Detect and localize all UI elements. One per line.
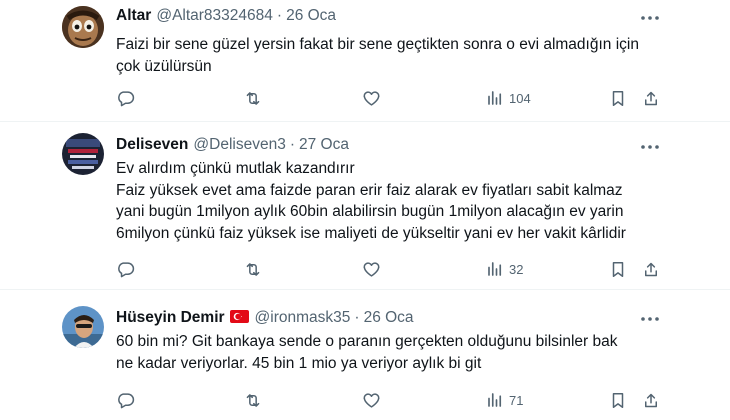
separator-dot: · <box>289 136 295 153</box>
reply-button[interactable] <box>116 87 135 109</box>
views-icon <box>486 260 504 278</box>
tweet[interactable]: Altar @Altar83324684 · 26 Oca Faizi bir … <box>0 0 730 122</box>
like-button[interactable] <box>362 258 381 280</box>
user-handle[interactable]: @Altar83324684 <box>156 7 273 25</box>
reply-button[interactable] <box>116 258 135 280</box>
tweet-actions: 32 <box>116 258 662 280</box>
tweet-date[interactable]: 26 Oca <box>286 7 336 25</box>
views-icon <box>486 89 504 107</box>
views-button[interactable]: 32 <box>486 258 523 280</box>
view-count: 104 <box>509 90 531 106</box>
tweet-date[interactable]: 27 Oca <box>299 136 349 154</box>
tweet-text: Ev alırdım çünkü mutlak kazandırır Faiz … <box>116 158 676 244</box>
tweet-text-line: yani bugün 1milyon aylık 60bin alabilirs… <box>116 203 624 220</box>
view-count: 71 <box>509 392 524 408</box>
user-handle[interactable]: @Deliseven3 <box>193 136 285 154</box>
more-horizontal-icon[interactable] <box>640 309 660 329</box>
views-button[interactable]: 104 <box>486 87 531 109</box>
tweet-text-line: ne kadar veriyorlar. 45 bin 1 mio ya ver… <box>116 354 482 372</box>
heart-icon <box>362 89 381 108</box>
tweet[interactable]: Deliseven @Deliseven3 · 27 Oca Ev alırdı… <box>0 122 730 290</box>
bookmark-button[interactable] <box>609 389 627 411</box>
share-button[interactable] <box>642 87 660 109</box>
tweet[interactable]: Hüseyin Demir @ironmask35 · 26 Oca 60 bi… <box>0 290 730 420</box>
retweet-button[interactable] <box>243 87 263 109</box>
tweet-header: Altar @Altar83324684 · 26 Oca <box>116 7 336 25</box>
tweet-date[interactable]: 26 Oca <box>364 309 414 327</box>
separator-dot: · <box>276 7 283 24</box>
tweet-text-line: Faizi bir sene güzel yersin fakat bir se… <box>116 36 639 53</box>
display-name[interactable]: Altar <box>116 7 151 25</box>
avatar-image <box>62 306 104 348</box>
tweet-header: Deliseven @Deliseven3 · 27 Oca <box>116 136 349 154</box>
share-button[interactable] <box>642 258 660 280</box>
reply-icon <box>116 89 135 108</box>
like-button[interactable] <box>362 87 381 109</box>
reply-button[interactable] <box>116 389 135 411</box>
tweet-text-line: çok üzülürsün <box>116 57 212 75</box>
like-button[interactable] <box>362 389 381 411</box>
more-horizontal-icon[interactable] <box>640 8 660 28</box>
retweet-icon <box>243 89 263 108</box>
turkey-flag-icon <box>229 310 249 323</box>
retweet-button[interactable] <box>243 389 263 411</box>
heart-icon <box>362 391 381 410</box>
display-name[interactable]: Deliseven <box>116 136 188 154</box>
reply-icon <box>116 391 135 410</box>
tweet-text-line: 6milyon çünkü faiz yüksek ise maliyeti d… <box>116 224 626 242</box>
retweet-icon <box>243 391 263 410</box>
tweet-text-line: Faiz yüksek evet ama faizde paran erir f… <box>116 181 623 199</box>
heart-icon <box>362 260 381 279</box>
views-button[interactable]: 71 <box>486 389 523 411</box>
separator-dot: · <box>354 309 360 326</box>
retweet-button[interactable] <box>243 258 263 280</box>
bookmark-button[interactable] <box>609 258 627 280</box>
share-button[interactable] <box>642 389 660 411</box>
share-icon <box>642 391 660 410</box>
reply-icon <box>116 260 135 279</box>
tweet-actions: 71 <box>116 389 662 411</box>
tweet-text-line: 60 bin mi? Git bankaya sende o paranın g… <box>116 333 618 350</box>
avatar-image <box>62 133 104 175</box>
bookmark-icon <box>609 391 627 410</box>
more-horizontal-icon[interactable] <box>640 137 660 157</box>
retweet-icon <box>243 260 263 279</box>
tweet-text: 60 bin mi? Git bankaya sende o paranın g… <box>116 331 676 374</box>
tweet-header: Hüseyin Demir @ironmask35 · 26 Oca <box>116 309 414 327</box>
display-name[interactable]: Hüseyin Demir <box>116 309 225 327</box>
bookmark-icon <box>609 89 627 108</box>
avatar[interactable] <box>62 6 104 48</box>
view-count: 32 <box>509 261 524 277</box>
avatar-image <box>62 6 104 48</box>
avatar[interactable] <box>62 133 104 175</box>
bookmark-icon <box>609 260 627 279</box>
tweet-text-line: Ev alırdım çünkü mutlak kazandırır <box>116 160 355 177</box>
tweet-feed: Altar @Altar83324684 · 26 Oca Faizi bir … <box>0 0 730 420</box>
share-icon <box>642 260 660 279</box>
user-handle[interactable]: @ironmask35 <box>255 309 351 327</box>
avatar[interactable] <box>62 306 104 348</box>
tweet-actions: 104 <box>116 87 662 109</box>
share-icon <box>642 89 660 108</box>
views-icon <box>486 391 504 409</box>
bookmark-button[interactable] <box>609 87 627 109</box>
tweet-text: Faizi bir sene güzel yersin fakat bir se… <box>116 34 676 77</box>
